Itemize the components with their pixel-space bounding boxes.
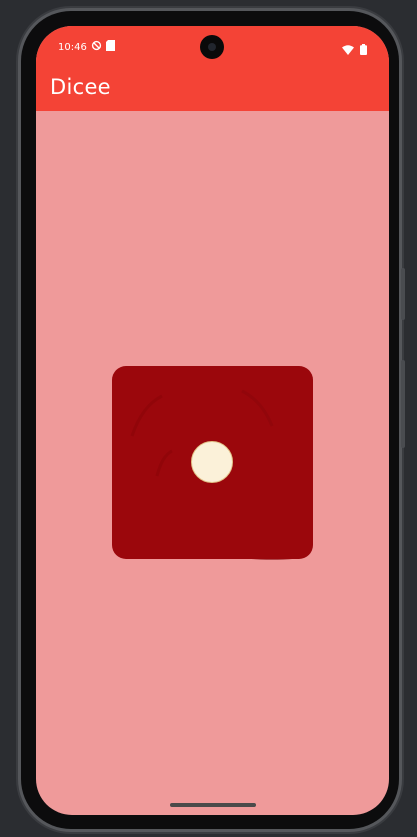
battery-icon	[360, 40, 367, 59]
do-not-disturb-icon	[91, 40, 102, 54]
power-button	[401, 268, 405, 320]
status-bar: 10:46	[36, 26, 389, 66]
volume-button	[401, 360, 405, 448]
dice-pip	[191, 441, 233, 483]
app-bar: Dicee	[36, 66, 389, 111]
front-camera	[200, 35, 224, 59]
home-indicator[interactable]	[170, 803, 256, 807]
app-title: Dicee	[50, 75, 111, 99]
status-time: 10:46	[58, 41, 87, 53]
sim-card-icon	[105, 40, 115, 54]
dice-area	[36, 111, 389, 815]
status-left: 10:46	[58, 40, 115, 54]
dice-face	[112, 366, 313, 559]
dice-button[interactable]	[112, 366, 313, 560]
phone-screen: 10:46 Dicee	[36, 26, 389, 815]
wifi-icon	[342, 40, 354, 59]
status-right	[342, 40, 367, 59]
